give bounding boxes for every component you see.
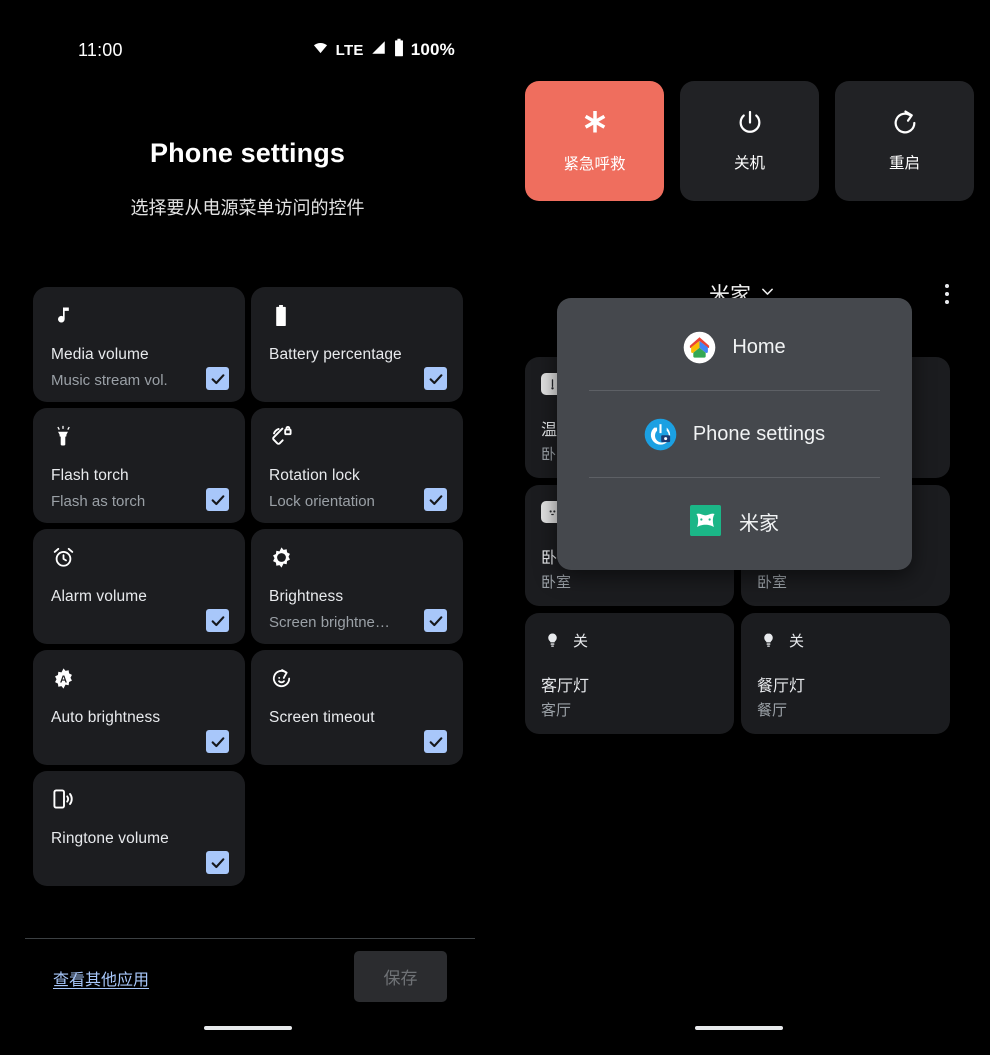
device-room: 卧室 <box>541 574 572 591</box>
controls-grid: Media volume Music stream vol. Battery p… <box>33 287 463 886</box>
network-type-label: LTE <box>335 41 364 59</box>
control-title: Rotation lock <box>269 467 360 484</box>
status-bar-clock: 11:00 <box>78 40 123 60</box>
svg-text:A: A <box>59 674 66 685</box>
gesture-nav-bar[interactable] <box>695 1026 783 1030</box>
control-card-screen-timeout[interactable]: Screen timeout <box>251 650 463 765</box>
control-card-rotation-lock[interactable]: Rotation lock Lock orientation <box>251 408 463 523</box>
control-title: Auto brightness <box>51 709 161 726</box>
status-bar-indicators: LTE 100% <box>311 34 455 66</box>
control-checkbox[interactable] <box>424 730 447 753</box>
alarm-clock-icon <box>51 545 75 569</box>
control-card-alarm-volume[interactable]: Alarm volume <box>33 529 245 644</box>
control-checkbox[interactable] <box>206 488 229 511</box>
restart-icon <box>891 109 919 137</box>
control-title: Ringtone volume <box>51 830 169 847</box>
mi-home-icon <box>690 504 723 538</box>
device-name: 餐厅灯 <box>757 678 806 695</box>
music-note-icon <box>51 303 75 327</box>
control-subtitle: Screen brightne… <box>269 614 390 631</box>
restart-button[interactable]: 重启 <box>835 81 974 201</box>
popup-item-label: 米家 <box>739 512 779 535</box>
device-card-dining-room-light[interactable]: 关 餐厅灯 餐厅 <box>741 613 950 734</box>
app-picker-popup: Home Phone settings 米家 <box>557 298 912 570</box>
screen-timeout-icon <box>269 666 293 690</box>
device-card-living-room-light[interactable]: 关 客厅灯 客厅 <box>525 613 734 734</box>
power-menu-screen: 紧急呼救 关机 重启 米家 温 卧 卧 卧室 卧室 关 客厅灯 客厅 关 餐厅灯… <box>495 0 990 1055</box>
power-off-button[interactable]: 关机 <box>680 81 819 201</box>
page-title: Phone settings <box>150 138 345 168</box>
ringtone-icon <box>51 787 75 811</box>
control-title: Flash torch <box>51 467 129 484</box>
device-room: 卧 <box>541 446 557 463</box>
screenshot-root: 11:00 LTE 100% Phone settings 选择要从电源菜单访问… <box>0 0 990 1055</box>
control-title: Alarm volume <box>51 588 147 605</box>
control-card-battery-percentage[interactable]: Battery percentage <box>251 287 463 402</box>
power-actions-row: 紧急呼救 关机 重启 <box>525 81 974 201</box>
gesture-nav-bar[interactable] <box>204 1026 292 1030</box>
popup-item-phone-settings[interactable]: Phone settings <box>557 391 912 477</box>
control-subtitle: Lock orientation <box>269 493 375 510</box>
rotation-lock-icon <box>269 424 293 448</box>
device-state: 关 <box>789 632 805 650</box>
phone-settings-screen: 11:00 LTE 100% Phone settings 选择要从电源菜单访问… <box>0 0 495 1055</box>
control-checkbox[interactable] <box>206 851 229 874</box>
flashlight-icon <box>51 424 75 448</box>
control-card-ringtone-volume[interactable]: Ringtone volume <box>33 771 245 886</box>
power-action-label: 紧急呼救 <box>563 156 626 173</box>
footer-divider <box>25 938 475 939</box>
control-title: Screen timeout <box>269 709 375 726</box>
see-other-apps-link[interactable]: 查看其他应用 <box>53 966 149 990</box>
bulb-icon <box>757 629 779 651</box>
kebab-menu-icon[interactable] <box>941 280 953 308</box>
control-subtitle: Flash as torch <box>51 493 146 510</box>
control-checkbox[interactable] <box>206 367 229 390</box>
device-state: 关 <box>573 632 589 650</box>
control-subtitle: Music stream vol. <box>51 372 168 389</box>
device-room: 客厅 <box>541 702 572 719</box>
emergency-button[interactable]: 紧急呼救 <box>525 81 664 201</box>
device-room: 餐厅 <box>757 702 788 719</box>
wifi-icon <box>311 40 330 60</box>
control-card-media-volume[interactable]: Media volume Music stream vol. <box>33 287 245 402</box>
save-button[interactable]: 保存 <box>354 951 447 1002</box>
control-checkbox[interactable] <box>424 367 447 390</box>
signal-bars-icon <box>370 40 387 60</box>
control-card-flash-torch[interactable]: Flash torch Flash as torch <box>33 408 245 523</box>
battery-full-icon <box>393 38 405 62</box>
google-home-icon <box>683 331 716 364</box>
star-of-life-icon <box>580 108 610 138</box>
popup-item-mi-home[interactable]: 米家 <box>557 478 912 564</box>
popup-item-label: Phone settings <box>692 422 826 445</box>
device-status-row: 关 <box>757 627 934 653</box>
popup-item-home[interactable]: Home <box>557 304 912 390</box>
device-status-row: 关 <box>541 627 718 653</box>
device-name: 卧 <box>541 550 558 567</box>
control-checkbox[interactable] <box>424 488 447 511</box>
control-title: Media volume <box>51 346 149 363</box>
status-bar: 11:00 LTE 100% <box>0 34 495 66</box>
device-name: 客厅灯 <box>541 678 590 695</box>
phone-settings-icon <box>644 418 677 451</box>
power-action-label: 重启 <box>888 155 920 172</box>
control-checkbox[interactable] <box>206 730 229 753</box>
battery-percentage-label: 100% <box>410 40 455 59</box>
page-subtitle: 选择要从电源菜单访问的控件 <box>130 198 365 218</box>
device-name: 温 <box>541 422 558 439</box>
control-checkbox[interactable] <box>206 609 229 632</box>
control-title: Brightness <box>269 588 344 605</box>
control-card-brightness[interactable]: Brightness Screen brightne… <box>251 529 463 644</box>
device-room: 卧室 <box>757 574 788 591</box>
battery-icon <box>269 303 293 327</box>
auto-brightness-icon: A <box>51 666 75 690</box>
power-icon <box>736 109 764 137</box>
control-card-auto-brightness[interactable]: A Auto brightness <box>33 650 245 765</box>
control-title: Battery percentage <box>269 346 402 363</box>
popup-item-label: Home <box>732 335 786 358</box>
bulb-icon <box>541 629 563 651</box>
power-action-label: 关机 <box>733 155 765 172</box>
brightness-icon <box>269 545 293 569</box>
control-checkbox[interactable] <box>424 609 447 632</box>
